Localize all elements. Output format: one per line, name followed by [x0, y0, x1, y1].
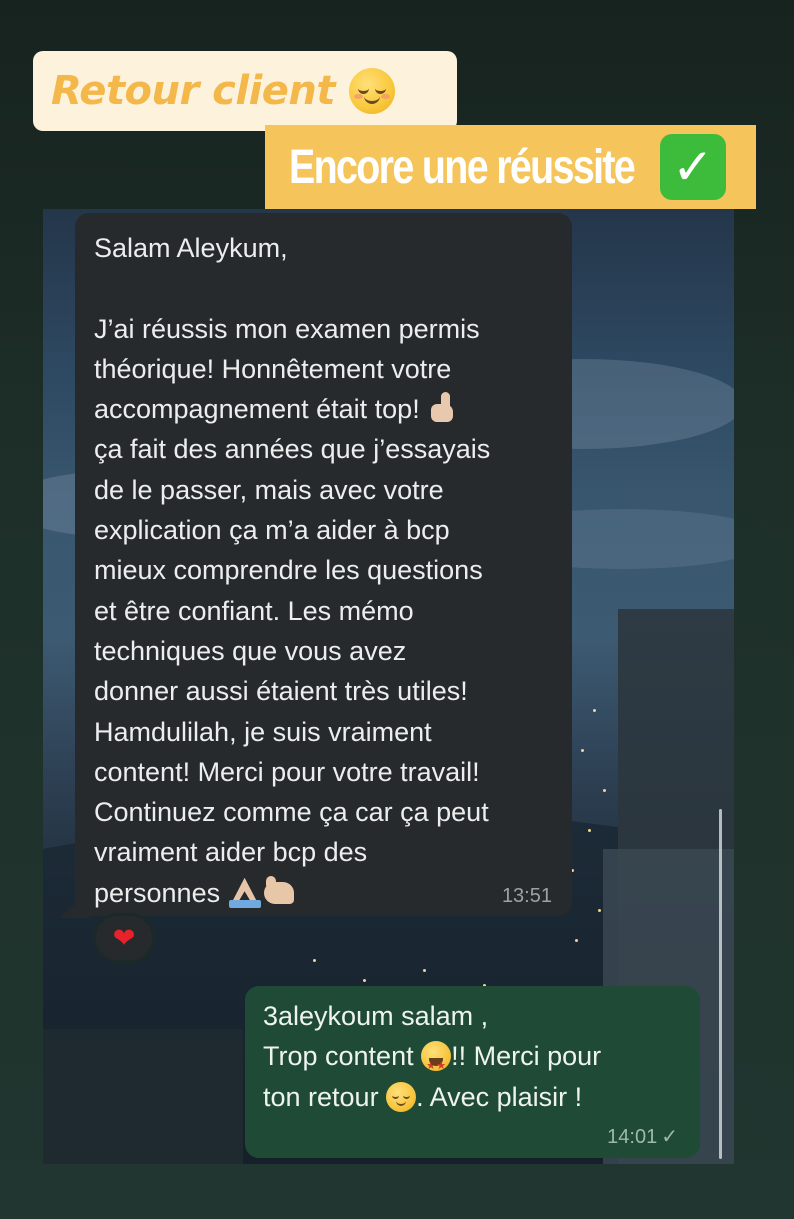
city-light	[575, 939, 578, 942]
message-line: donner aussi étaient très utiles!	[94, 676, 468, 707]
message-line: vraiment aider bcp des	[94, 837, 368, 868]
folded-hands-icon	[228, 876, 262, 908]
title-tag-retour-client: Retour client	[33, 51, 457, 131]
scrollbar[interactable]	[719, 809, 722, 1159]
outgoing-message-bubble[interactable]: 3aleykoum salam , Trop content !! Merci …	[245, 986, 700, 1158]
title-tag-encore-reussite: Encore une réussite ✓	[265, 125, 756, 209]
message-text: Trop content	[263, 1041, 414, 1072]
message-text: personnes	[94, 877, 221, 908]
message-line: content! Merci pour votre travail!	[94, 756, 480, 787]
city-light	[423, 969, 426, 972]
incoming-timestamp: 13:51	[501, 885, 552, 907]
city-light	[581, 749, 584, 752]
city-light	[363, 979, 366, 982]
title-retour-client: Retour client	[51, 68, 336, 114]
message-line: Trop content !! Merci pour	[263, 1036, 682, 1087]
heart-reaction-icon[interactable]: ❤	[93, 913, 155, 963]
message-text: ton retour	[263, 1081, 379, 1112]
city-light	[598, 909, 601, 912]
relieved-face-icon	[349, 68, 396, 114]
message-line: ça fait des années que j’essayais	[94, 434, 491, 465]
message-text: !! Merci pour	[451, 1041, 602, 1072]
message-line: et être confiant. Les mémo	[94, 595, 414, 626]
message-line: techniques que vous avez	[94, 635, 407, 666]
message-line: mieux comprendre les questions	[94, 555, 483, 586]
message-line: théorique! Honnêtement votre	[94, 353, 452, 384]
message-line: Hamdulilah, je suis vraiment	[94, 716, 432, 747]
message-line: de le passer, mais avec votre	[94, 474, 444, 505]
city-light	[588, 829, 591, 832]
check-mark-icon: ✓	[660, 134, 726, 200]
city-light	[603, 789, 606, 792]
outgoing-time-text: 14:01	[607, 1126, 658, 1148]
message-line: explication ça m’a aider à bcp	[94, 515, 450, 546]
message-line: accompagnement était top!	[94, 389, 554, 429]
message-line: Salam Aleykum,	[94, 233, 288, 263]
message-line: personnes	[94, 873, 554, 913]
message-text: accompagnement était top!	[94, 394, 420, 425]
relieved-face-icon	[386, 1081, 417, 1112]
flexed-biceps-icon	[262, 875, 296, 908]
incoming-message-bubble[interactable]: Salam Aleykum, J’ai réussis mon examen p…	[75, 213, 572, 916]
city-light	[313, 959, 316, 962]
message-line-blank	[94, 268, 554, 308]
star-struck-face-icon	[421, 1041, 452, 1087]
message-line: J’ai réussis mon examen permis	[94, 313, 480, 344]
building-left	[43, 1029, 243, 1164]
thumbs-up-icon	[427, 392, 461, 424]
message-line: Continuez comme ça car ça peut	[94, 797, 489, 828]
message-line: 3aleykoum salam ,	[263, 1001, 489, 1031]
message-line: ton retour . Avec plaisir !	[263, 1077, 682, 1117]
city-light	[593, 709, 596, 712]
sent-check-icon: ✓	[661, 1124, 678, 1148]
outgoing-timestamp: 14:01 ✓	[607, 1124, 678, 1149]
title-encore-reussite: Encore une réussite	[289, 140, 636, 194]
